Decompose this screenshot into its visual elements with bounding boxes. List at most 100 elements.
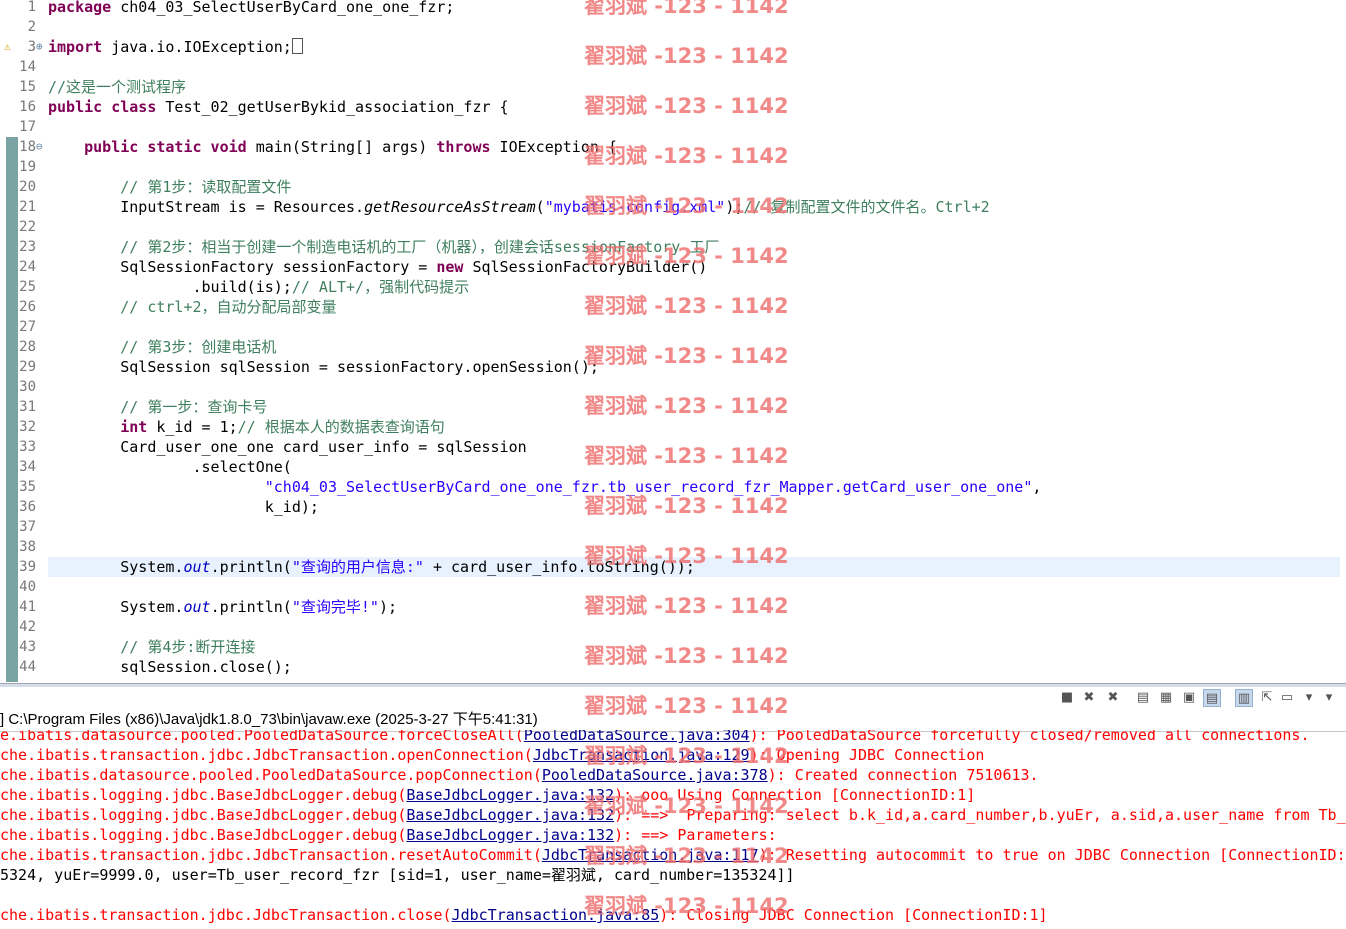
pin-console-icon[interactable]: ⇱: [1258, 689, 1276, 707]
code-token: .build(is);: [48, 278, 292, 296]
code-token: "查询完毕!": [291, 598, 379, 616]
code-line[interactable]: 34 .selectOne(: [0, 457, 1346, 477]
code-text: // 第3步：创建电话机: [48, 337, 276, 357]
code-line[interactable]: 1 package ch04_03_SelectUserByCard_one_on…: [0, 0, 1346, 17]
code-line[interactable]: 15 //这是一个测试程序: [0, 77, 1346, 97]
source-link[interactable]: PooledDataSource.java:304: [524, 730, 750, 744]
source-link[interactable]: PooledDataSource.java:378: [542, 766, 768, 784]
code-line[interactable]: 14: [0, 57, 1346, 77]
log-source: che.ibatis.logging.jdbc.BaseJdbcLogger.d…: [0, 806, 407, 824]
code-line[interactable]: 28 // 第3步：创建电话机: [0, 337, 1346, 357]
line-number: 1: [27, 0, 36, 15]
code-line[interactable]: 33 Card_user_one_one card_user_info = sq…: [0, 437, 1346, 457]
code-line[interactable]: 41 System.out.println("查询完毕!");: [0, 597, 1346, 617]
log-message: ): PooledDataSource forcefully closed/re…: [749, 730, 1310, 744]
line-number: 33: [19, 439, 36, 455]
code-token: // 第1步：读取配置文件: [120, 178, 292, 196]
code-line[interactable]: 42: [0, 617, 1346, 637]
line-number: 26: [19, 299, 36, 315]
code-line[interactable]: 3 ⊕ ⚠ import java.io.IOException;: [0, 37, 1346, 57]
code-line[interactable]: 22: [0, 217, 1346, 237]
terminate-icon[interactable]: ■: [1058, 689, 1076, 707]
code-token: throws: [436, 138, 491, 156]
collapse-fold-icon[interactable]: ⊖: [36, 137, 43, 157]
line-number: 28: [19, 339, 36, 355]
code-line[interactable]: 26 // ctrl+2，自动分配局部变量: [0, 297, 1346, 317]
code-line[interactable]: 39 System.out.println("查询的用户信息:" + card_…: [0, 557, 1346, 577]
line-number: 17: [19, 119, 36, 135]
log-message: ): ooo Using Connection [ConnectionID:1]: [614, 786, 976, 804]
line-number: 42: [19, 619, 36, 635]
console-output[interactable]: e.ibatis.datasource.pooled.PooledDataSou…: [0, 730, 1346, 929]
remove-all-icon[interactable]: ✖: [1104, 689, 1122, 707]
code-token: System.: [48, 598, 184, 616]
code-text: // ctrl+2，自动分配局部变量: [48, 297, 336, 317]
line-number: 20: [19, 179, 36, 195]
source-link[interactable]: JdbcTransaction.java:129: [533, 746, 750, 764]
source-link[interactable]: BaseJdbcLogger.java:132: [406, 806, 614, 824]
code-line[interactable]: 31 // 第一步：查询卡号: [0, 397, 1346, 417]
code-line[interactable]: 44 sqlSession.close();: [0, 657, 1346, 677]
show-stderr-icon[interactable]: ▥: [1235, 689, 1253, 707]
console-log-line: che.ibatis.logging.jdbc.BaseJdbcLogger.d…: [0, 825, 786, 845]
code-line[interactable]: 27: [0, 317, 1346, 337]
line-number: 23: [19, 239, 36, 255]
code-token: new: [436, 258, 464, 276]
display-console-icon[interactable]: ▭: [1278, 689, 1296, 707]
code-line[interactable]: 40: [0, 577, 1346, 597]
word-wrap-icon[interactable]: ▣: [1180, 689, 1198, 707]
view-menu-icon[interactable]: ▾: [1320, 689, 1338, 707]
console-log-line: che.ibatis.logging.jdbc.BaseJdbcLogger.d…: [0, 785, 975, 805]
code-line[interactable]: 21 InputStream is = Resources.getResourc…: [0, 197, 1346, 217]
line-number: 37: [19, 519, 36, 535]
code-line[interactable]: 37: [0, 517, 1346, 537]
log-message: ): Closing JDBC Connection [ConnectionID…: [659, 906, 1048, 924]
source-link[interactable]: JdbcTransaction.java:117: [542, 846, 759, 864]
code-text: InputStream is = Resources.getResourceAs…: [48, 197, 989, 217]
code-line[interactable]: 23 // 第2步：相当于创建一个制造电话机的工厂（机器），创建会话sessio…: [0, 237, 1346, 257]
code-line[interactable]: 16 public class Test_02_getUserBykid_asso…: [0, 97, 1346, 117]
show-stdout-icon[interactable]: ▤: [1203, 689, 1221, 707]
line-number: 38: [19, 539, 36, 555]
code-text: SqlSessionFactory sessionFactory = new S…: [48, 257, 707, 277]
code-line[interactable]: 2: [0, 17, 1346, 37]
code-line[interactable]: 25 .build(is);// ALT+/，强制代码提示: [0, 277, 1346, 297]
line-number: 18: [19, 139, 36, 155]
code-line[interactable]: 36 k_id);: [0, 497, 1346, 517]
source-link[interactable]: BaseJdbcLogger.java:132: [406, 826, 614, 844]
line-number: 43: [19, 639, 36, 655]
code-line[interactable]: 35 "ch04_03_SelectUserByCard_one_one_fzr…: [0, 477, 1346, 497]
code-token: k_id);: [48, 498, 319, 516]
collapsed-import-marker[interactable]: [291, 38, 303, 54]
code-token: // 第一步：查询卡号: [120, 398, 268, 416]
display-dropdown-icon[interactable]: ▾: [1300, 689, 1318, 707]
scroll-lock-icon[interactable]: ▦: [1157, 689, 1175, 707]
code-line[interactable]: 18 ⊖ public static void main(String[] arg…: [0, 137, 1346, 157]
code-editor[interactable]: 1 package ch04_03_SelectUserByCard_one_on…: [0, 0, 1346, 683]
warning-icon[interactable]: ⚠: [4, 37, 11, 57]
line-number: 22: [19, 219, 36, 235]
code-text: public class Test_02_getUserBykid_associ…: [48, 97, 509, 117]
source-link[interactable]: JdbcTransaction.java:85: [452, 906, 660, 924]
code-line[interactable]: 17: [0, 117, 1346, 137]
code-line[interactable]: 38: [0, 537, 1346, 557]
code-line[interactable]: 30: [0, 377, 1346, 397]
code-line[interactable]: 43 // 第4步:断开连接: [0, 637, 1346, 657]
clear-console-icon[interactable]: ▤: [1134, 689, 1152, 707]
line-number: 15: [19, 79, 36, 95]
code-line[interactable]: 29 SqlSession sqlSession = sessionFactor…: [0, 357, 1346, 377]
source-link[interactable]: BaseJdbcLogger.java:132: [406, 786, 614, 804]
line-number: 36: [19, 499, 36, 515]
remove-launch-icon[interactable]: ✖: [1080, 689, 1098, 707]
log-message: ): Opening JDBC Connection: [749, 746, 985, 764]
code-line[interactable]: 24 SqlSessionFactory sessionFactory = ne…: [0, 257, 1346, 277]
code-line[interactable]: 19: [0, 157, 1346, 177]
expand-fold-icon[interactable]: ⊕: [36, 37, 43, 57]
code-line[interactable]: 20 // 第1步：读取配置文件: [0, 177, 1346, 197]
code-line[interactable]: 32 int k_id = 1;// 根据本人的数据表查询语句: [0, 417, 1346, 437]
code-token: + card_user_info.toString());: [423, 558, 695, 576]
code-token: sqlSession.close();: [48, 658, 292, 676]
